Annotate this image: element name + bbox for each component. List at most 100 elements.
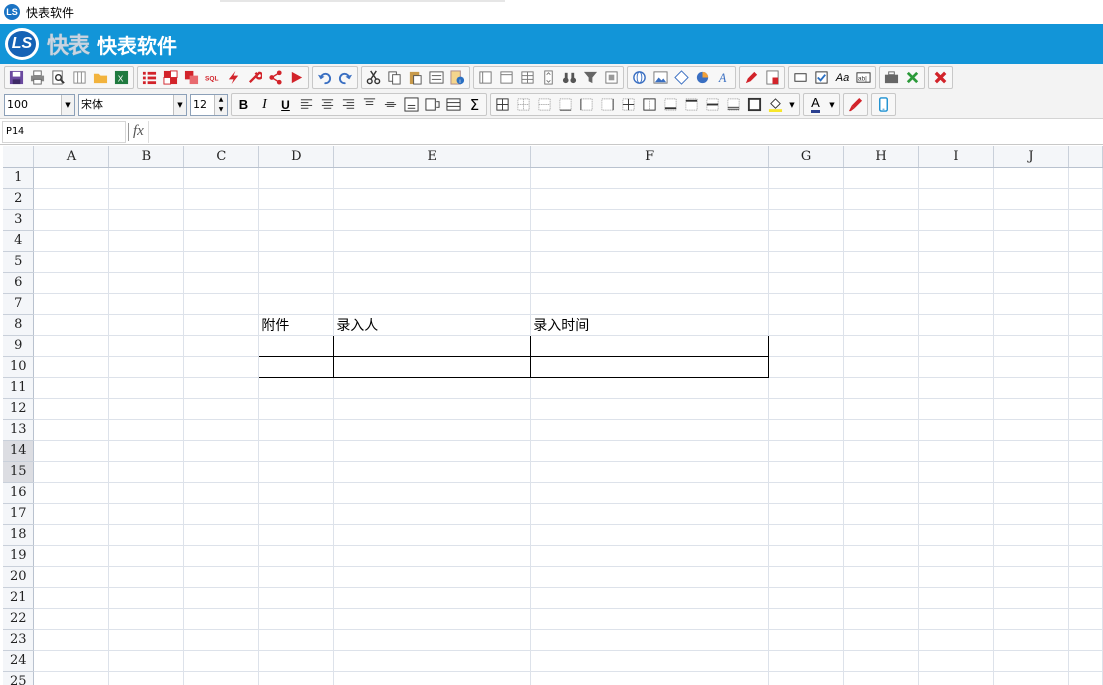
cell-f23[interactable] bbox=[530, 629, 770, 651]
cell-a6[interactable] bbox=[33, 272, 110, 294]
cell-i17[interactable] bbox=[918, 503, 994, 525]
cell-j9[interactable] bbox=[993, 335, 1069, 357]
spin-down-icon[interactable]: ▼ bbox=[215, 105, 227, 115]
row-header[interactable]: 10 bbox=[3, 356, 35, 378]
cell-i1[interactable] bbox=[918, 167, 994, 189]
cell-b25[interactable] bbox=[108, 671, 185, 685]
export-excel-button[interactable]: X bbox=[111, 67, 132, 88]
cell-a13[interactable] bbox=[33, 419, 110, 441]
font-color-button[interactable]: A bbox=[805, 94, 826, 115]
cell-k16[interactable] bbox=[1068, 482, 1103, 504]
cell-a20[interactable] bbox=[33, 566, 110, 588]
cell-c17[interactable] bbox=[183, 503, 260, 525]
merge-button[interactable] bbox=[160, 67, 181, 88]
copy-button[interactable] bbox=[384, 67, 405, 88]
cell-d8[interactable]: 附件 bbox=[258, 314, 335, 336]
chart-button[interactable] bbox=[692, 67, 713, 88]
spin-up-icon[interactable]: ▲ bbox=[215, 95, 227, 105]
font-size-stepper[interactable]: 12 ▲ ▼ bbox=[190, 93, 228, 116]
cell-d18[interactable] bbox=[258, 524, 335, 546]
cell-k13[interactable] bbox=[1068, 419, 1103, 441]
cell-d3[interactable] bbox=[258, 209, 335, 231]
cell-i10[interactable] bbox=[918, 356, 994, 378]
cell-i20[interactable] bbox=[918, 566, 994, 588]
cell-c14[interactable] bbox=[183, 440, 260, 462]
row-header[interactable]: 19 bbox=[3, 545, 35, 567]
border-4-button[interactable] bbox=[576, 94, 597, 115]
shape-button[interactable] bbox=[671, 67, 692, 88]
cell-c10[interactable] bbox=[183, 356, 260, 378]
cell-h6[interactable] bbox=[843, 272, 920, 294]
cell-h24[interactable] bbox=[843, 650, 920, 672]
cell-h10[interactable] bbox=[843, 356, 920, 378]
cell-c16[interactable] bbox=[183, 482, 260, 504]
cell-g8[interactable] bbox=[768, 314, 845, 336]
cell-h12[interactable] bbox=[843, 398, 920, 420]
border-2-button[interactable] bbox=[534, 94, 555, 115]
cell-e24[interactable] bbox=[333, 650, 532, 672]
cell-j22[interactable] bbox=[993, 608, 1069, 630]
rect-control-button[interactable] bbox=[790, 67, 811, 88]
row-header[interactable]: 18 bbox=[3, 524, 35, 546]
format-brush-button[interactable] bbox=[845, 94, 866, 115]
cell-i4[interactable] bbox=[918, 230, 994, 252]
cell-c13[interactable] bbox=[183, 419, 260, 441]
cell-c20[interactable] bbox=[183, 566, 260, 588]
cell-g17[interactable] bbox=[768, 503, 845, 525]
layout-3-button[interactable] bbox=[517, 67, 538, 88]
cell-g15[interactable] bbox=[768, 461, 845, 483]
column-header-f[interactable]: F bbox=[530, 146, 770, 168]
column-header-e[interactable]: E bbox=[333, 146, 532, 168]
column-header-i[interactable]: I bbox=[918, 146, 994, 168]
zoom-select[interactable]: 100 ▼ bbox=[4, 93, 75, 116]
cell-b20[interactable] bbox=[108, 566, 185, 588]
row-header[interactable]: 2 bbox=[3, 188, 35, 210]
cell-f25[interactable] bbox=[530, 671, 770, 685]
border-3-button[interactable] bbox=[555, 94, 576, 115]
cell-b21[interactable] bbox=[108, 587, 185, 609]
find-button[interactable] bbox=[559, 67, 580, 88]
cell-e4[interactable] bbox=[333, 230, 532, 252]
row-header[interactable]: 5 bbox=[3, 251, 35, 273]
cell-f16[interactable] bbox=[530, 482, 770, 504]
cell-d2[interactable] bbox=[258, 188, 335, 210]
border-1-button[interactable] bbox=[513, 94, 534, 115]
cell-f7[interactable] bbox=[530, 293, 770, 315]
cell-j11[interactable] bbox=[993, 377, 1069, 399]
cell-i24[interactable] bbox=[918, 650, 994, 672]
row-header[interactable]: 17 bbox=[3, 503, 35, 525]
cell-i15[interactable] bbox=[918, 461, 994, 483]
cell-f5[interactable] bbox=[530, 251, 770, 273]
cell-j10[interactable] bbox=[993, 356, 1069, 378]
print-button[interactable] bbox=[27, 67, 48, 88]
cell-b23[interactable] bbox=[108, 629, 185, 651]
cell-f22[interactable] bbox=[530, 608, 770, 630]
settings-panel-button[interactable] bbox=[601, 67, 622, 88]
cell-reference-box[interactable]: P14 bbox=[2, 120, 126, 143]
border-10-button[interactable] bbox=[702, 94, 723, 115]
cell-k24[interactable] bbox=[1068, 650, 1103, 672]
layout-2-button[interactable] bbox=[496, 67, 517, 88]
cell-a21[interactable] bbox=[33, 587, 110, 609]
save-button[interactable] bbox=[6, 67, 27, 88]
cell-h23[interactable] bbox=[843, 629, 920, 651]
cell-a2[interactable] bbox=[33, 188, 110, 210]
cell-j25[interactable] bbox=[993, 671, 1069, 685]
row-header[interactable]: 15 bbox=[3, 461, 35, 483]
cell-i18[interactable] bbox=[918, 524, 994, 546]
cell-c7[interactable] bbox=[183, 293, 260, 315]
cell-c15[interactable] bbox=[183, 461, 260, 483]
cell-h20[interactable] bbox=[843, 566, 920, 588]
cell-d12[interactable] bbox=[258, 398, 335, 420]
cell-a25[interactable] bbox=[33, 671, 110, 685]
cell-d23[interactable] bbox=[258, 629, 335, 651]
cell-b22[interactable] bbox=[108, 608, 185, 630]
cell-b4[interactable] bbox=[108, 230, 185, 252]
cell-h22[interactable] bbox=[843, 608, 920, 630]
report-button[interactable] bbox=[762, 67, 783, 88]
cell-e23[interactable] bbox=[333, 629, 532, 651]
cell-e15[interactable] bbox=[333, 461, 532, 483]
cell-g12[interactable] bbox=[768, 398, 845, 420]
cell-f1[interactable] bbox=[530, 167, 770, 189]
border-7-button[interactable] bbox=[639, 94, 660, 115]
